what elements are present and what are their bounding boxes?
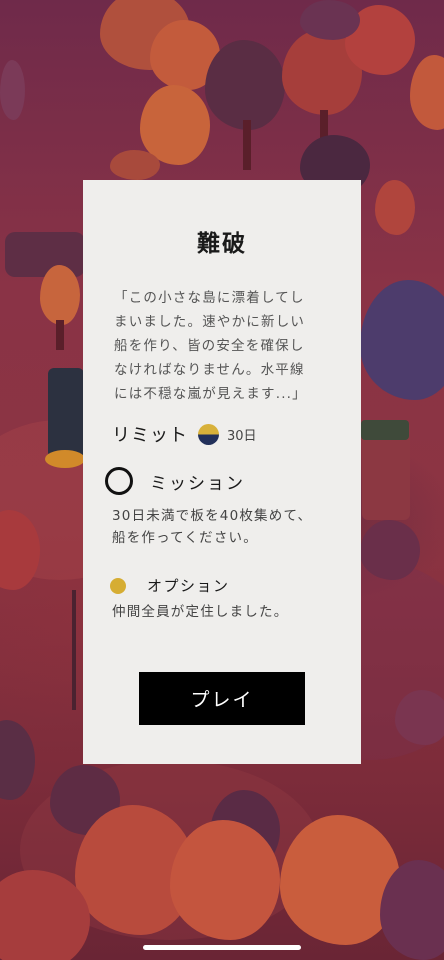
mission-title: ミッション: [150, 473, 245, 494]
story-line: 船を作り、皆の安全を確保し: [114, 338, 305, 354]
option-title: オプション: [147, 577, 230, 595]
story-line: には不穏な嵐が見えます...」: [114, 386, 307, 402]
limit-days: 30日: [227, 428, 257, 444]
mission-line: 船を作ってください。: [112, 530, 258, 546]
limit-row: リミット 30日: [112, 420, 257, 448]
gold-dot-icon: [110, 577, 126, 594]
story-line: なければなりません。水平線: [114, 362, 305, 378]
limit-label: リミット: [112, 425, 188, 446]
home-indicator[interactable]: [143, 945, 301, 950]
mission-description: 30日未満で板を40枚集めて、 船を作ってください。: [112, 505, 312, 549]
play-button[interactable]: プレイ: [139, 672, 305, 725]
story-line: まいました。速やかに新しい: [114, 314, 306, 330]
story-line: 「この小さな島に漂着してし: [114, 290, 305, 306]
mission-row: ミッション: [105, 467, 245, 495]
mission-line: 30日未満で板を40枚集めて、: [112, 508, 313, 524]
day-night-icon: [198, 423, 219, 445]
option-description: 仲間全員が定住しました。: [112, 604, 289, 620]
option-row: オプション: [110, 575, 230, 596]
level-title: 難破: [197, 231, 247, 257]
story-text: 「この小さな島に漂着してし まいました。速やかに新しい 船を作り、皆の安全を確保…: [114, 286, 336, 406]
level-dialog: 難破 「この小さな島に漂着してし まいました。速やかに新しい 船を作り、皆の安全…: [83, 180, 361, 764]
empty-ring-icon: [105, 467, 133, 495]
